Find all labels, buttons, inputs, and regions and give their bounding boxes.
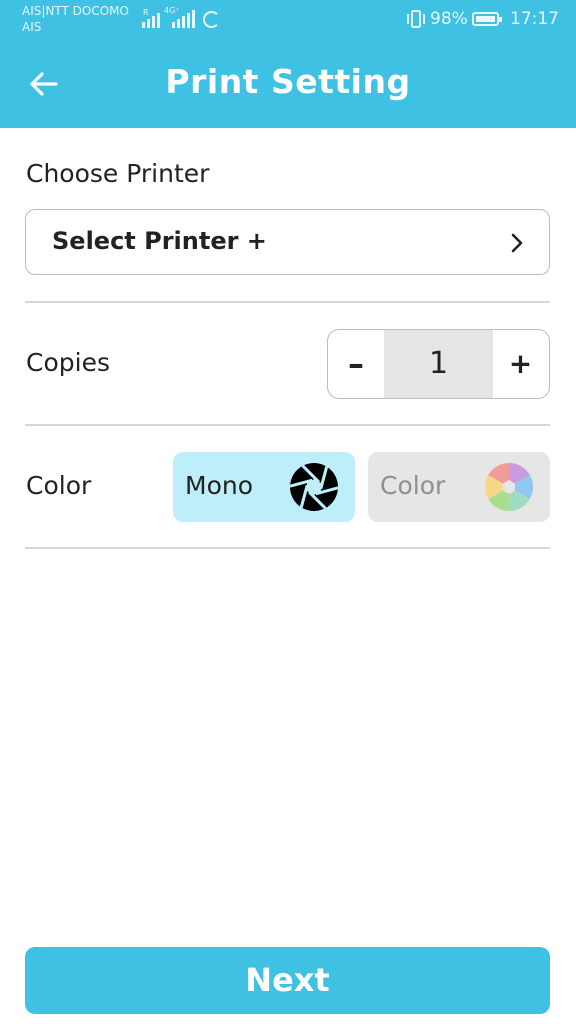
aperture-black-icon (289, 463, 339, 511)
copies-label: Copies (26, 348, 110, 377)
carrier-text: AIS|NTT DOCOMO AIS (22, 3, 129, 35)
mono-option-label: Mono (185, 471, 254, 500)
chevron-right-icon (511, 233, 523, 253)
status-bar: AIS|NTT DOCOMO AIS R 4G⁺ 98% 17:17 (0, 0, 576, 40)
choose-printer-label: Choose Printer (26, 159, 210, 188)
battery-percentage: 98% (430, 9, 468, 29)
sync-icon (203, 11, 220, 28)
battery-icon (472, 12, 502, 26)
copies-value: 1 (384, 330, 493, 398)
divider (25, 301, 550, 303)
color-option[interactable]: Color (368, 452, 550, 522)
color-label: Color (26, 471, 92, 500)
select-printer-button[interactable]: Select Printer + (25, 209, 550, 275)
signal-icon-2 (172, 10, 195, 28)
color-option-label: Color (380, 471, 446, 500)
mono-option[interactable]: Mono (173, 452, 355, 522)
increment-button[interactable]: + (492, 330, 549, 398)
signal-icon-1 (142, 10, 160, 28)
copies-stepper: – 1 + (327, 329, 550, 399)
page-title: Print Setting (165, 62, 411, 101)
select-printer-label: Select Printer + (52, 227, 267, 255)
app-bar: AIS|NTT DOCOMO AIS R 4G⁺ 98% 17:17 Print… (0, 0, 576, 128)
next-button[interactable]: Next (25, 947, 550, 1014)
carrier-line-1: AIS|NTT DOCOMO (22, 4, 129, 18)
aperture-color-icon (484, 463, 534, 511)
decrement-button[interactable]: – (328, 330, 384, 398)
clock: 17:17 (510, 9, 559, 29)
carrier-line-2: AIS (22, 20, 42, 34)
divider (25, 547, 550, 549)
vibrate-icon (407, 10, 425, 28)
divider (25, 424, 550, 426)
